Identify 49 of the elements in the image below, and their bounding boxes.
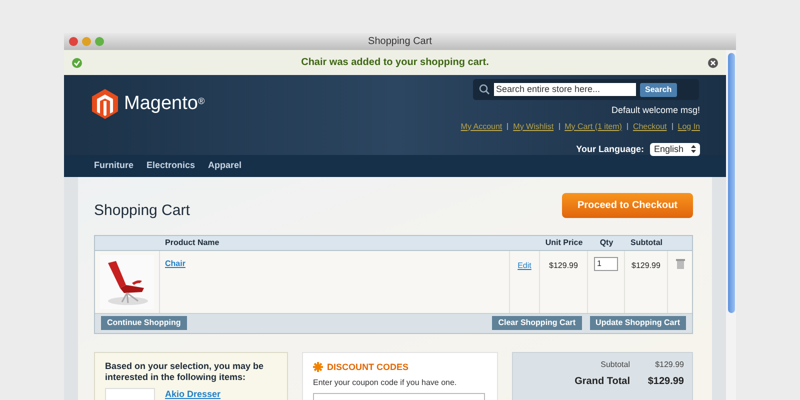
grand-total-value: $129.99	[646, 374, 684, 388]
close-icon[interactable]	[69, 37, 78, 46]
header-link[interactable]: Log In	[678, 120, 700, 132]
language-label: Your Language:	[576, 142, 644, 156]
logo-icon	[92, 89, 118, 119]
column-header: Product Name	[164, 236, 220, 248]
subtotal: $129.99	[632, 260, 660, 270]
welcome-message: Default welcome msg!	[611, 104, 700, 117]
close-icon[interactable]	[708, 58, 718, 68]
minimize-icon[interactable]	[82, 37, 91, 46]
language-value: English	[654, 142, 684, 156]
updown-icon	[691, 145, 696, 154]
continue-shopping-button[interactable]: Continue Shopping	[101, 316, 187, 330]
discount-heading: DISCOUNT CODES	[327, 360, 409, 374]
checkout-button[interactable]: Proceed to Checkout	[562, 193, 693, 218]
window-title: Shopping Cart	[367, 35, 433, 49]
check-icon	[72, 58, 82, 68]
product-link[interactable]: Akio Dresser	[165, 388, 221, 400]
logo-text: Magento$^{®}$	[124, 92, 205, 116]
subtotal-value: $129.99	[654, 358, 684, 370]
trash-icon[interactable]	[676, 258, 684, 268]
grand-total-label: Grand Total	[574, 374, 630, 388]
scrollbar[interactable]	[726, 50, 736, 400]
clear-cart-button[interactable]: Clear Shopping Cart	[492, 316, 582, 330]
search-field[interactable]: Search entire store here...	[494, 83, 636, 96]
product-link[interactable]: Chair	[165, 258, 186, 268]
discount-hint: Enter your coupon code if you have one.	[313, 377, 458, 389]
crosssell-heading: Based on your selection, you may be interested in the following items:	[105, 360, 265, 382]
zoom-icon[interactable]	[95, 37, 104, 46]
qty-field[interactable]: 1	[594, 256, 618, 270]
edit-link[interactable]: Edit	[518, 260, 532, 270]
asterisk-icon	[313, 362, 323, 372]
header-link[interactable]: Checkout	[632, 120, 667, 132]
search-icon	[479, 84, 490, 95]
nav-link[interactable]: Furniture	[94, 159, 134, 173]
column-header: Unit Price	[544, 236, 584, 248]
header-link[interactable]: My Account	[460, 120, 502, 132]
header-link[interactable]: My Wishlist	[513, 120, 554, 132]
column-header: Qty	[598, 236, 614, 248]
unit-price: $129.99	[549, 260, 578, 270]
header-link[interactable]: My Cart (1 item)	[564, 120, 622, 132]
subtotal-label: Subtotal	[600, 358, 630, 370]
nav-link[interactable]: Electronics	[146, 159, 196, 173]
search-button[interactable]: Search	[640, 82, 677, 96]
update-cart-button[interactable]: Update Shopping Cart	[590, 316, 686, 330]
page-heading: Shopping Cart	[94, 201, 190, 221]
column-header: Subtotal	[630, 236, 664, 248]
nav-link[interactable]: Apparel	[208, 159, 242, 173]
notification-message: Chair was added to your shopping cart.	[300, 56, 490, 70]
